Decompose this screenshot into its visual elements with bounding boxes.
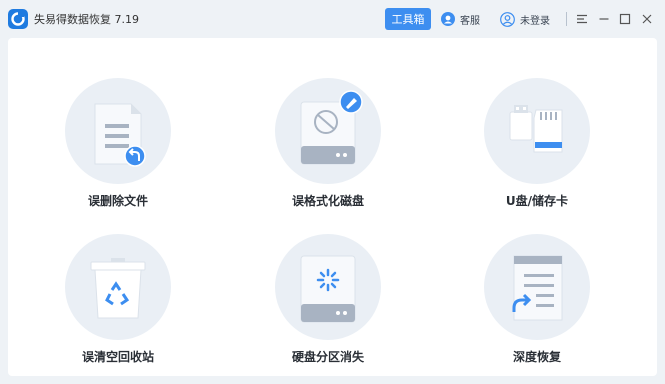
card-label: 硬盘分区消失 [291, 350, 364, 364]
maximize-button[interactable] [618, 11, 632, 27]
login-button[interactable]: 未登录 [500, 10, 550, 28]
minimize-icon [599, 18, 609, 20]
card-formatted-disk[interactable]: 误格式化磁盘 [248, 78, 408, 228]
formatted-disk-icon [300, 90, 363, 165]
deleted-file-icon [94, 103, 146, 167]
user-avatar-icon [500, 11, 515, 27]
usb-sdcard-icon [509, 105, 563, 153]
app-logo-icon [8, 9, 28, 29]
toolbar-divider [566, 12, 567, 26]
card-label: 误删除文件 [87, 194, 148, 208]
card-recycle-bin[interactable]: 误清空回收站 [38, 234, 198, 384]
deep-recovery-icon [512, 255, 563, 321]
card-label: 深度恢复 [512, 350, 561, 364]
close-button[interactable] [640, 11, 654, 27]
maximize-icon [619, 13, 631, 25]
app-title: 失易得数据恢复 7.19 [34, 13, 139, 26]
card-label: U盘/储存卡 [505, 194, 569, 208]
card-usb-sdcard[interactable]: U盘/储存卡 [457, 78, 617, 228]
recycle-bin-icon [90, 258, 146, 319]
card-lost-partition[interactable]: 硬盘分区消失 [248, 234, 408, 384]
toolbox-button[interactable]: 工具箱 [385, 8, 431, 30]
card-label: 误格式化磁盘 [291, 194, 364, 208]
customer-service-icon [441, 12, 455, 26]
minimize-button[interactable] [597, 11, 611, 27]
recovery-mode-panel: 误删除文件 误格式化磁盘 U盘/储存卡 误清空回收站 硬盘分区消失 深度恢复 [8, 38, 657, 376]
login-label: 未登录 [520, 15, 550, 27]
customer-service-button[interactable]: 客服 [441, 10, 480, 28]
title-bar: 失易得数据恢复 7.19 工具箱 客服 未登录 [0, 0, 665, 38]
menu-button[interactable] [575, 11, 589, 27]
menu-icon [577, 14, 587, 24]
customer-service-label: 客服 [460, 15, 480, 27]
card-deleted-files[interactable]: 误删除文件 [38, 78, 198, 228]
card-label: 误清空回收站 [81, 350, 154, 364]
card-deep-recovery[interactable]: 深度恢复 [457, 234, 617, 384]
lost-partition-icon [300, 255, 356, 323]
close-icon [642, 14, 652, 24]
